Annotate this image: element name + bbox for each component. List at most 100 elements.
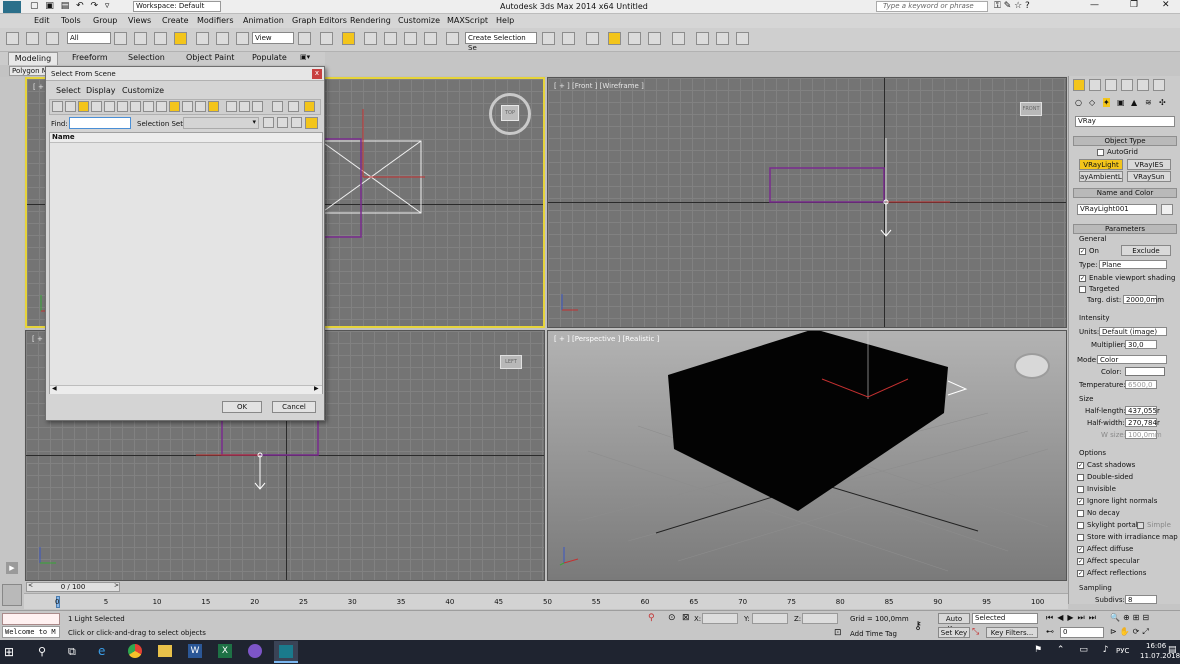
vrayies-button[interactable]: VRayIES — [1127, 159, 1171, 170]
option-simple[interactable]: Simple — [1137, 521, 1171, 529]
modify-tab-icon[interactable] — [1089, 79, 1101, 91]
vraysun-button[interactable]: VRaySun — [1127, 171, 1171, 182]
menu-modifiers[interactable]: Modifiers — [197, 16, 234, 25]
units-dropdown[interactable]: Default (image) — [1099, 327, 1167, 336]
scroll-left-icon[interactable]: ◀ — [52, 385, 57, 392]
material-editor-icon[interactable] — [672, 32, 685, 45]
mode-dropdown[interactable]: Color — [1097, 355, 1167, 364]
display-frozen-icon[interactable] — [182, 101, 193, 112]
option-ignore-light-normals[interactable]: ✓ Ignore light normals — [1077, 497, 1157, 505]
exclude-button[interactable]: Exclude — [1121, 245, 1171, 256]
chrome-icon[interactable] — [128, 644, 142, 658]
selection-filter-dropdown[interactable]: All — [67, 32, 111, 44]
object-name-input[interactable]: VRayLight001 — [1077, 204, 1157, 215]
quick-access-icons[interactable]: ▢ ▣ ▤ ↶ ↷ ▿ — [30, 1, 111, 11]
ribbon-options-icon[interactable]: ▣▾ — [300, 53, 310, 61]
ribbon-tab-selection[interactable]: Selection — [128, 53, 165, 62]
display-geometry-icon[interactable] — [52, 101, 63, 112]
task-view-icon[interactable]: ⧉ — [68, 645, 76, 659]
utilities-tab-icon[interactable] — [1153, 79, 1165, 91]
viewport-perspective[interactable]: [ + ] [Perspective ] [Realistic ] — [547, 330, 1067, 581]
expand-arrow-icon[interactable]: ▶ — [6, 562, 18, 574]
clock-time[interactable]: 16:06 — [1146, 642, 1166, 650]
sync-selection-icon[interactable] — [288, 101, 299, 112]
option-invisible[interactable]: Invisible — [1077, 485, 1116, 493]
select-object-icon[interactable] — [114, 32, 127, 45]
start-icon[interactable]: ⊞ — [4, 645, 14, 659]
display-all-icon[interactable] — [208, 101, 219, 112]
menu-create[interactable]: Create — [162, 16, 189, 25]
schematic-view-icon[interactable] — [648, 32, 661, 45]
mirror-icon[interactable] — [542, 32, 555, 45]
search-icon[interactable]: ⚲ — [38, 645, 46, 658]
on-checkbox[interactable]: ✓ On — [1079, 247, 1099, 255]
create-tab-icon[interactable] — [1073, 79, 1085, 91]
minimize-button[interactable]: — — [1090, 0, 1099, 10]
menu-views[interactable]: Views — [128, 16, 151, 25]
snaps-toggle-icon[interactable] — [364, 32, 377, 45]
isolate-icon[interactable]: ⊙ — [668, 613, 676, 623]
half-width-input[interactable]: 270,784r — [1125, 418, 1160, 427]
rendered-frame-window-icon[interactable] — [716, 32, 729, 45]
window-crossing-icon[interactable] — [174, 32, 187, 45]
mini-curve-editor-icon[interactable] — [2, 584, 22, 606]
pivot-center-icon[interactable] — [298, 32, 311, 45]
viewport-front[interactable]: [ + ] [Front ] [Wireframe ] FRONT — [547, 77, 1067, 328]
menu-maxscript[interactable]: MAXScript — [447, 16, 488, 25]
key-mode-icon[interactable]: ⤡ — [972, 627, 979, 637]
display-hidden-icon[interactable] — [195, 101, 206, 112]
targ-dist-input[interactable]: 2000,0mm — [1123, 295, 1164, 304]
display-tab-icon[interactable] — [1137, 79, 1149, 91]
menu-animation[interactable]: Animation — [243, 16, 284, 25]
maxscript-listener[interactable]: Welcome to M — [2, 626, 60, 638]
object-color-swatch[interactable] — [1161, 204, 1173, 215]
select-all-icon[interactable] — [252, 101, 263, 112]
display-containers-icon[interactable] — [169, 101, 180, 112]
dialog-menu-display[interactable]: Display — [86, 86, 116, 95]
coord-z-input[interactable] — [802, 613, 838, 624]
tray-icons[interactable]: ⚑ ⌃ ▭ ♪ — [1034, 645, 1114, 655]
dialog-titlebar[interactable]: Select From Scene x — [46, 67, 324, 81]
menu-tools[interactable]: Tools — [61, 16, 81, 25]
3dsmax-taskbar-icon[interactable] — [274, 641, 298, 663]
infocenter-icons[interactable]: ⚿ ✎ ☆ ? — [994, 1, 1030, 11]
reference-coord-dropdown[interactable]: View — [252, 32, 294, 44]
cancel-button[interactable]: Cancel — [272, 401, 316, 413]
option-no-decay[interactable]: No decay — [1077, 509, 1120, 517]
move-icon[interactable] — [196, 32, 209, 45]
horizontal-scrollbar[interactable]: ◀ ▶ — [50, 385, 322, 394]
key-mode-toggle-icon[interactable]: ⊷ — [1046, 627, 1054, 636]
display-shapes-icon[interactable] — [65, 101, 76, 112]
selection-set-dropdown[interactable]: ▾ — [183, 117, 259, 129]
lights-icon[interactable]: ✦ — [1103, 98, 1110, 107]
hierarchy-icon[interactable] — [304, 101, 315, 112]
bind-space-warp-icon[interactable] — [46, 32, 59, 45]
ribbon-tab-modeling[interactable]: Modeling — [8, 52, 58, 65]
absolute-mode-icon[interactable]: ⊠ — [682, 613, 690, 623]
keyboard-shortcut-override-icon[interactable] — [342, 32, 355, 45]
auto-key-button[interactable]: Auto Key — [938, 613, 970, 633]
helpers-icon[interactable]: ▲ — [1131, 98, 1137, 107]
maximize-button[interactable]: ❐ — [1130, 0, 1138, 10]
display-groups-icon[interactable] — [130, 101, 141, 112]
menu-customize[interactable]: Customize — [398, 16, 440, 25]
maxscript-listener-top[interactable] — [2, 613, 60, 625]
select-by-name-icon[interactable] — [134, 32, 147, 45]
layer-manager-icon[interactable] — [586, 32, 599, 45]
close-window-button[interactable]: ✕ — [1162, 0, 1170, 10]
edit-named-selection-icon[interactable] — [446, 32, 459, 45]
ribbon-tab-freeform[interactable]: Freeform — [72, 53, 108, 62]
time-slider-thumb[interactable]: 0 / 100 — [26, 582, 120, 592]
option-affect-specular[interactable]: ✓ Affect specular — [1077, 557, 1140, 565]
temperature-input[interactable]: 6500,0 — [1125, 380, 1157, 389]
set-manage-icon[interactable] — [305, 117, 318, 129]
key-icon[interactable]: ⚷ — [914, 619, 922, 632]
find-input[interactable] — [69, 117, 131, 129]
vrayambientlight-button[interactable]: ayAmbientLig — [1079, 171, 1123, 182]
workspace-dropdown[interactable]: Workspace: Default — [133, 1, 221, 12]
menu-rendering[interactable]: Rendering — [350, 16, 391, 25]
time-prev-icon[interactable]: < — [28, 582, 33, 589]
angle-snap-icon[interactable] — [384, 32, 397, 45]
help-search-input[interactable]: Type a keyword or phrase — [876, 1, 988, 12]
undo-link-icon[interactable] — [6, 32, 19, 45]
